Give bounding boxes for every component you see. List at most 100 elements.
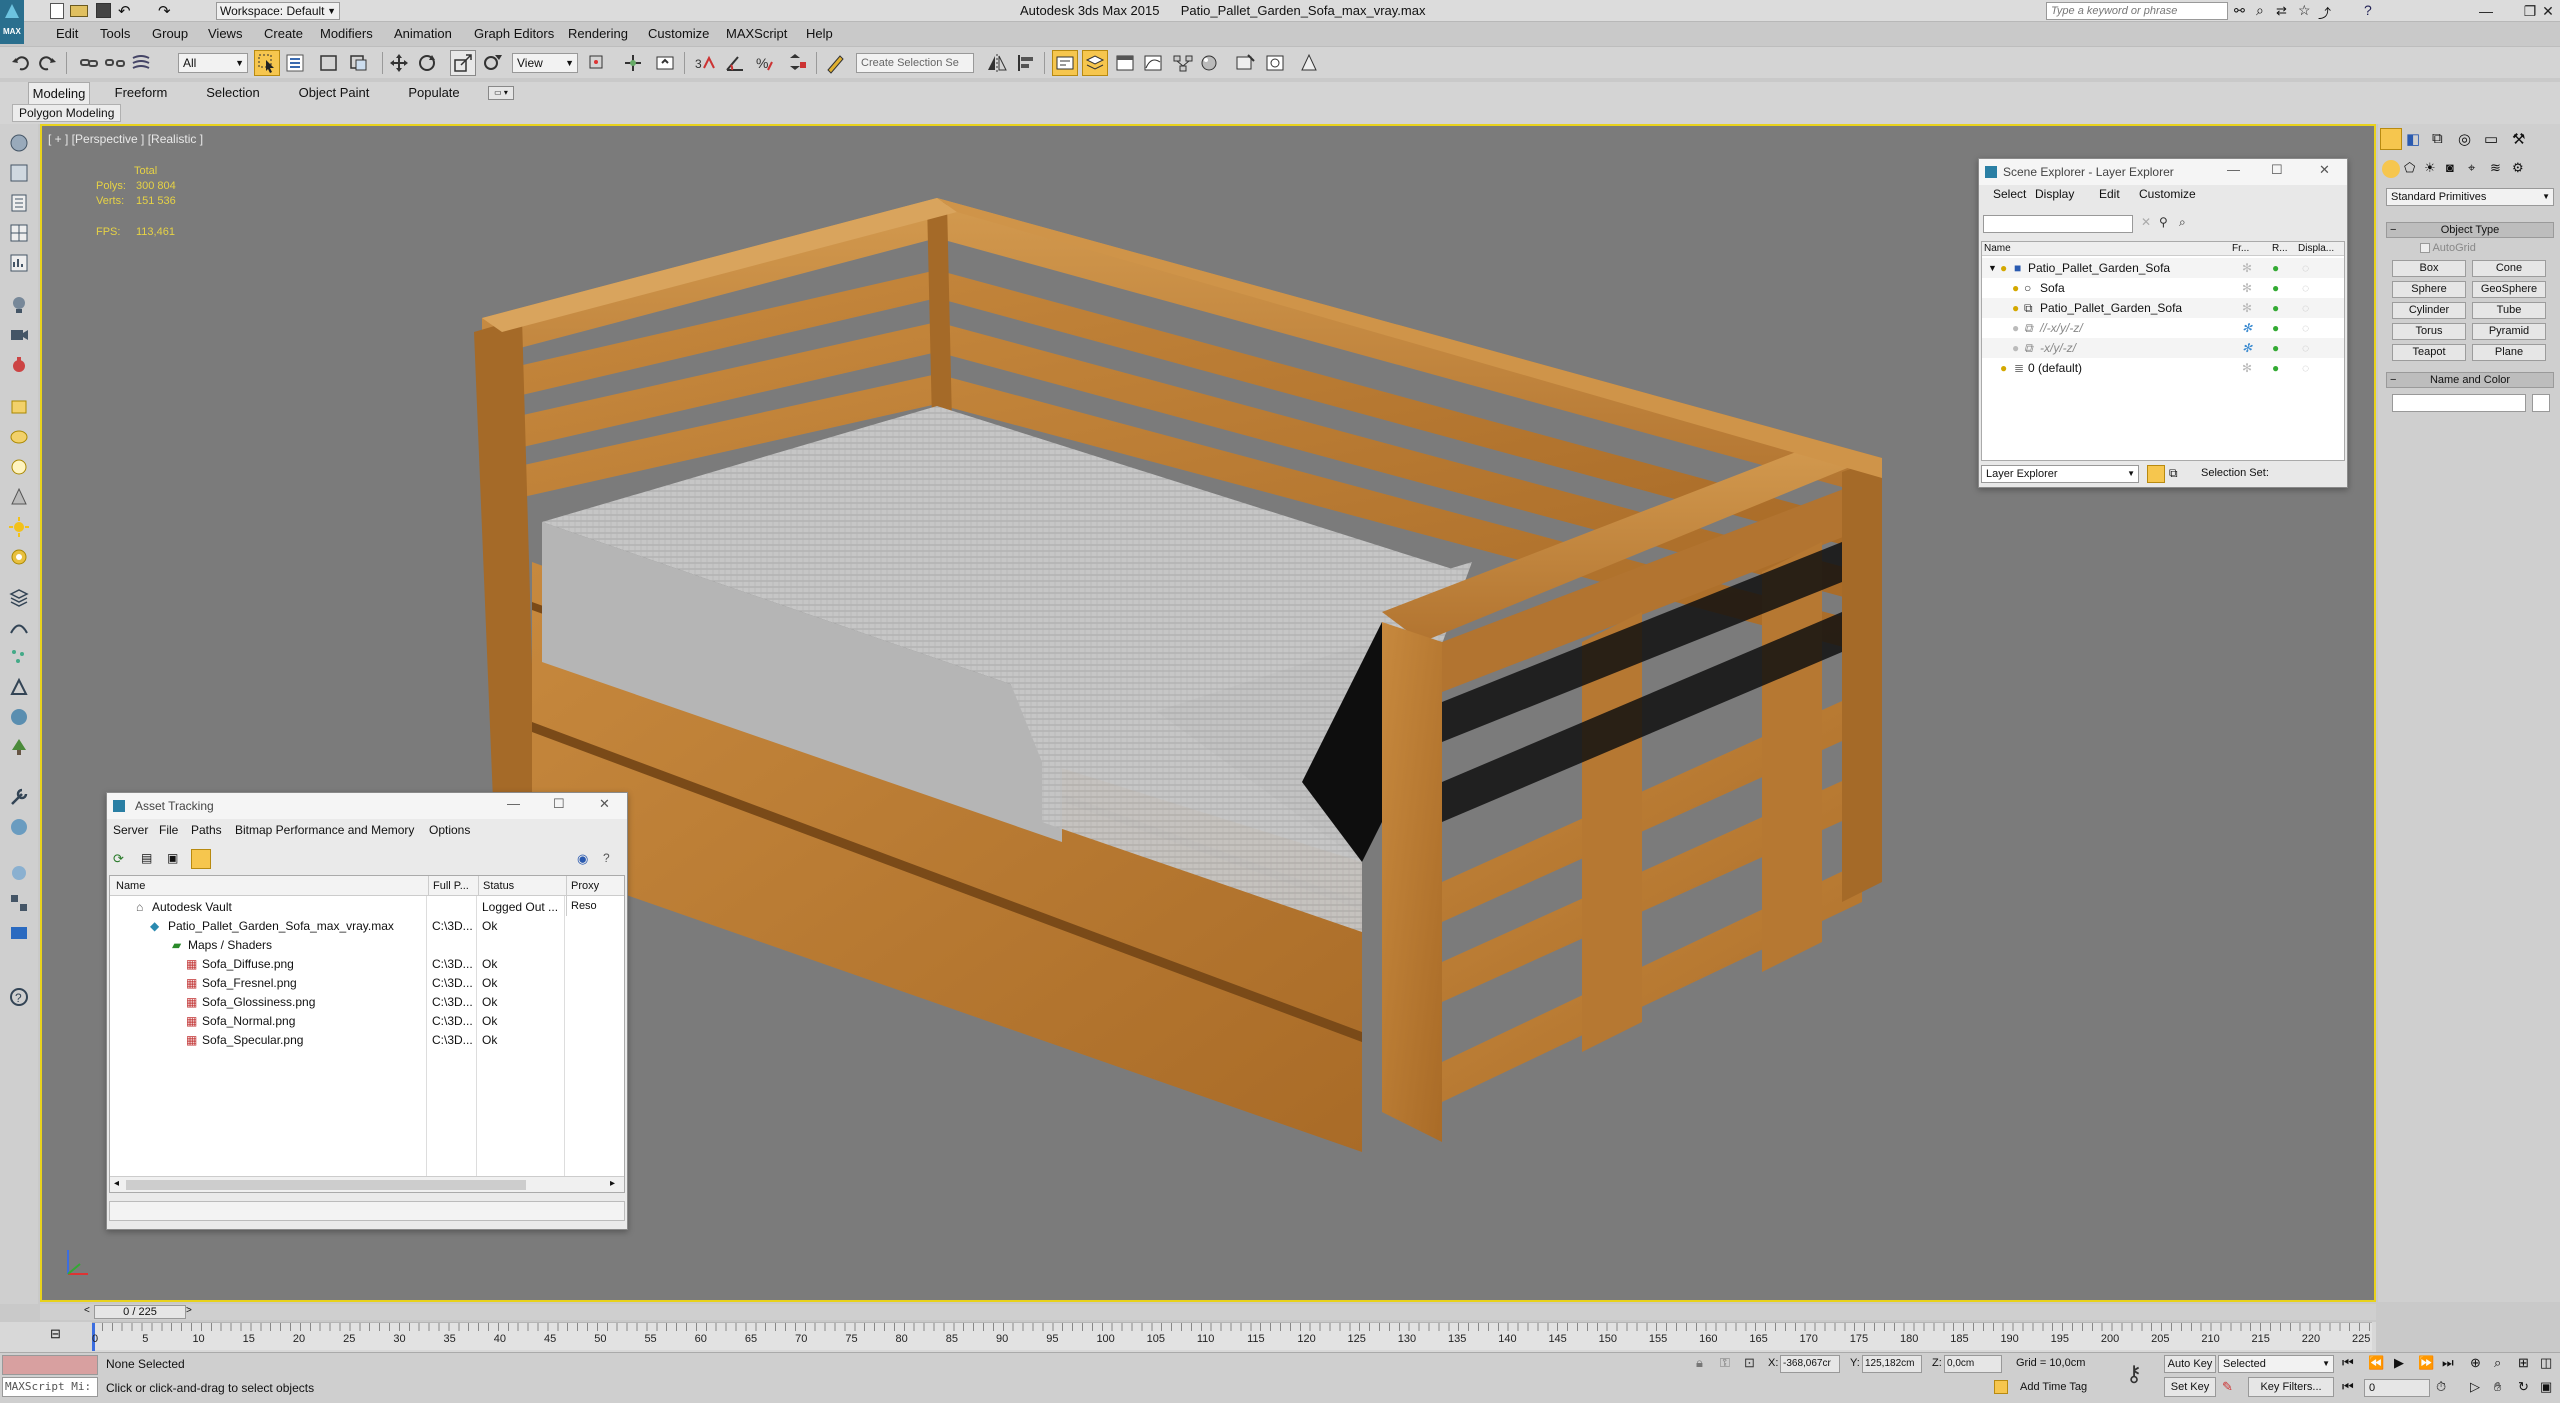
create-tab-icon[interactable] xyxy=(2380,128,2402,150)
help-icon[interactable]: ? xyxy=(2364,2,2372,18)
key-mode-dropdown[interactable]: Selected ▼ xyxy=(2218,1355,2334,1373)
asset-row[interactable]: ▦ Sofa_Normal.png C:\3D... Ok xyxy=(110,1012,624,1031)
object-color-swatch[interactable] xyxy=(2532,394,2550,412)
at-menu-options[interactable]: Options xyxy=(429,823,470,837)
asset-row[interactable]: ▦ Sofa_Fresnel.png C:\3D... Ok xyxy=(110,974,624,993)
ellipse-shape-icon[interactable] xyxy=(4,424,34,450)
light-bulb-icon[interactable]: ● xyxy=(2012,318,2019,338)
absolute-mode-icon[interactable]: ⊡ xyxy=(1744,1355,1755,1371)
tree-row[interactable]: ● ⧉ -x/y/-z/ ✻ ● ◌ xyxy=(1982,338,2344,358)
tab-object-paint[interactable]: Object Paint xyxy=(296,82,372,104)
layer-stack-icon[interactable] xyxy=(2147,465,2165,483)
schematic-view-icon[interactable] xyxy=(1170,50,1196,76)
lock-selection-icon[interactable]: 🔒︎ xyxy=(1696,1355,1703,1371)
asset-tracking-titlebar[interactable]: Asset Tracking — ☐ ✕ xyxy=(107,793,627,819)
at-menu-server[interactable]: Server xyxy=(113,823,148,837)
material-editor-icon[interactable] xyxy=(1196,50,1222,76)
lights-category-icon[interactable]: ☀ xyxy=(2424,160,2436,176)
display-icon[interactable]: ◌ xyxy=(2302,318,2309,338)
scatter-icon[interactable] xyxy=(4,890,34,916)
search-icon[interactable]: ⌕ xyxy=(2256,2,2264,19)
freeze-icon[interactable]: ✻ xyxy=(2242,358,2252,378)
asset-row[interactable]: ▦ Sofa_Specular.png C:\3D... Ok xyxy=(110,1031,624,1050)
sun-light-icon[interactable] xyxy=(4,514,34,540)
ribbon-subpanel[interactable]: Polygon Modeling xyxy=(12,104,122,122)
col-status[interactable]: Status xyxy=(478,876,514,896)
target-icon[interactable] xyxy=(4,544,34,570)
display-tab-icon[interactable]: ▭ xyxy=(2484,130,2498,148)
menu-maxscript[interactable]: MAXScript xyxy=(722,23,791,45)
app-logo-icon[interactable]: MAX xyxy=(0,0,24,44)
teapot-tool-icon[interactable] xyxy=(4,352,34,378)
tree-row[interactable]: ● ⧉ //-x/y/-z/ ✻ ● ◌ xyxy=(1982,318,2344,338)
wrench-icon[interactable] xyxy=(4,784,34,810)
pyramid-button[interactable]: Pyramid xyxy=(2472,323,2546,340)
next-key-icon[interactable]: ⏩ xyxy=(2418,1355,2434,1371)
set-key-button[interactable]: Set Key xyxy=(2164,1377,2216,1397)
display-icon[interactable]: ◌ xyxy=(2302,338,2309,358)
camera-tool-icon[interactable] xyxy=(4,322,34,348)
list-icon[interactable] xyxy=(4,190,34,216)
render-setup-icon[interactable] xyxy=(1232,50,1258,76)
asset-row[interactable]: ▦ Sofa_Diffuse.png C:\3D... Ok xyxy=(110,955,624,974)
tab-selection[interactable]: Selection xyxy=(200,82,266,104)
render-icon[interactable]: ● xyxy=(2272,298,2279,318)
light-bulb-icon[interactable]: ● xyxy=(2012,298,2019,318)
light-bulb-icon[interactable]: ● xyxy=(2000,358,2007,378)
menu-help[interactable]: Help xyxy=(802,23,837,45)
tree-row[interactable]: ● ≣ 0 (default) ✻ ● ◌ xyxy=(1982,358,2344,378)
teapot-button[interactable]: Teapot xyxy=(2392,344,2466,361)
selection-filter-dropdown[interactable]: All ▼ xyxy=(178,53,248,73)
key-filters-button[interactable]: Key Filters... xyxy=(2248,1377,2334,1397)
filter-icon[interactable]: ⚲ xyxy=(2159,215,2168,229)
pivot-center-icon[interactable] xyxy=(584,50,610,76)
plane-button[interactable]: Plane xyxy=(2472,344,2546,361)
reference-coord-dropdown[interactable]: View ▼ xyxy=(512,53,578,73)
spacewarps-category-icon[interactable]: ≋ xyxy=(2490,160,2501,176)
undo-icon[interactable]: ↶ xyxy=(118,2,131,20)
prev-frame-icon[interactable]: < xyxy=(84,1305,90,1316)
at-menu-bitmap-performance[interactable]: Bitmap Performance and Memory xyxy=(235,823,414,837)
light-bulb-icon[interactable]: ● xyxy=(2000,258,2007,278)
spline-icon[interactable] xyxy=(4,614,34,640)
help-icon[interactable]: ? xyxy=(603,851,610,865)
scene-explorer-toggle-icon[interactable] xyxy=(1052,50,1078,76)
cone-button[interactable]: Cone xyxy=(2472,260,2546,277)
time-slider-thumb[interactable]: 0 / 225 xyxy=(94,1305,186,1319)
rendered-frame-window-icon[interactable] xyxy=(1262,50,1288,76)
ribbon-toggle-icon[interactable] xyxy=(1112,50,1138,76)
next-frame-icon[interactable]: > xyxy=(186,1305,192,1316)
select-object-icon[interactable] xyxy=(254,50,280,76)
add-time-tag[interactable]: Add Time Tag xyxy=(2020,1381,2087,1393)
x-coordinate-field[interactable]: -368,067cr xyxy=(1780,1355,1840,1373)
select-manipulate-icon[interactable] xyxy=(620,50,646,76)
explorer-type-dropdown[interactable]: Layer Explorer ▼ xyxy=(1981,465,2139,483)
maxscript-listener[interactable]: MAXScript Mi: xyxy=(2,1377,98,1397)
open-file-icon[interactable] xyxy=(70,5,88,17)
time-tag-icon[interactable] xyxy=(1994,1380,2008,1394)
grid-icon[interactable] xyxy=(4,220,34,246)
menu-modifiers[interactable]: Modifiers xyxy=(316,23,377,45)
col-name[interactable]: Name xyxy=(1984,242,2011,256)
dashboard-icon[interactable] xyxy=(4,250,34,276)
globe-icon[interactable] xyxy=(4,814,34,840)
motion-tab-icon[interactable]: ◎ xyxy=(2458,130,2471,148)
scene-explorer-search[interactable] xyxy=(1983,215,2133,233)
hierarchy-tab-icon[interactable]: ⧉ xyxy=(2432,130,2443,147)
vault-icon[interactable]: ◉ xyxy=(577,851,588,867)
zoom-icon[interactable]: ⌕ xyxy=(2494,1355,2501,1371)
cloth-icon[interactable] xyxy=(4,920,34,946)
redo-icon[interactable]: ↷ xyxy=(158,2,171,20)
star-icon[interactable]: ☆ xyxy=(2298,2,2311,19)
previous-key-icon[interactable]: ⏪ xyxy=(2368,1355,2384,1371)
angle-snap-icon[interactable] xyxy=(722,50,748,76)
render-icon[interactable]: ● xyxy=(2272,358,2279,378)
scene-explorer-titlebar[interactable]: Scene Explorer - Layer Explorer — ☐ ✕ xyxy=(1979,159,2347,185)
go-to-start-icon[interactable]: ⏮ xyxy=(2342,1355,2354,1371)
object-type-rollout-header[interactable]: − Object Type xyxy=(2386,222,2554,238)
percent-snap-icon[interactable]: % xyxy=(752,50,778,76)
col-full-path[interactable]: Full P... xyxy=(428,876,469,896)
shapes-category-icon[interactable]: ⬠ xyxy=(2404,160,2415,176)
thumbnail-view-icon[interactable]: ▣ xyxy=(167,851,178,865)
new-file-icon[interactable] xyxy=(50,3,64,19)
